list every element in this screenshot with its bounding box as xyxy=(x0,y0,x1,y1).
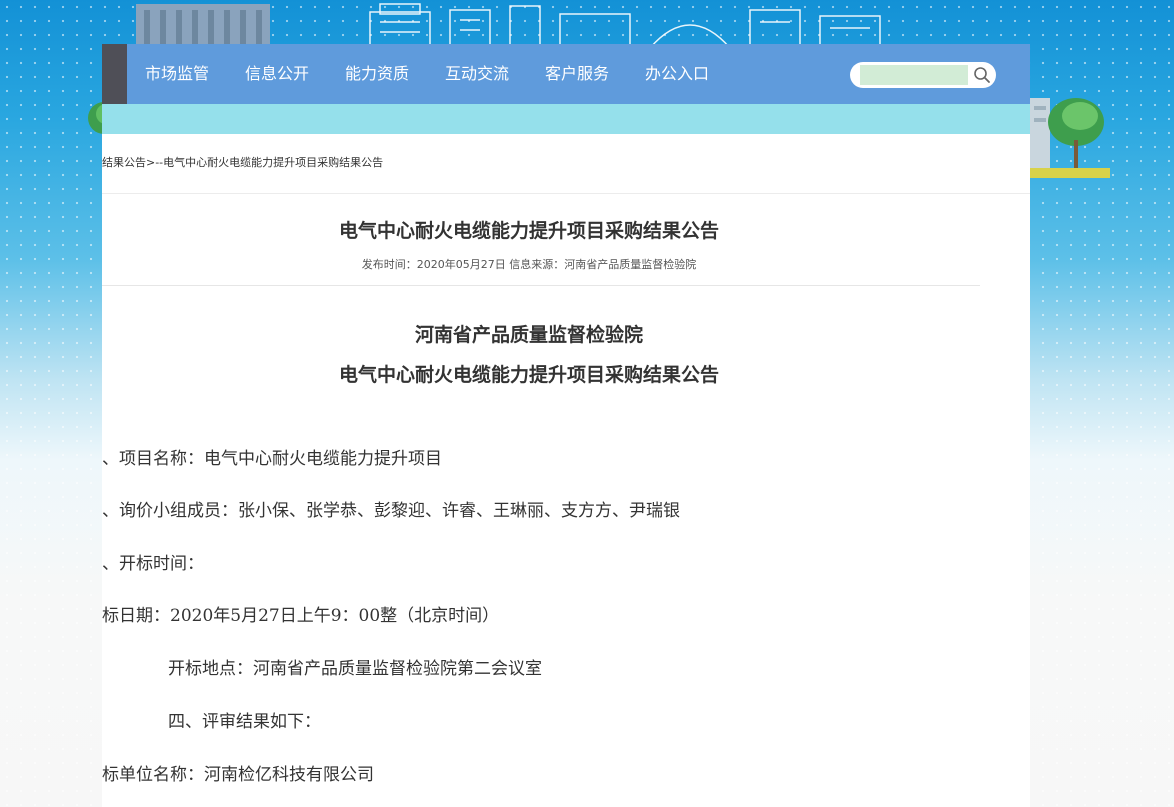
paragraph-review-results: 四、评审结果如下： xyxy=(168,712,321,732)
divider xyxy=(102,285,980,286)
paragraph-winning-unit: 标单位名称：河南检亿科技有限公司 xyxy=(102,765,374,785)
tree-decoration-right xyxy=(1030,98,1110,178)
search-icon[interactable] xyxy=(972,65,992,85)
nav-item-interaction[interactable]: 互动交流 xyxy=(445,44,509,104)
nav-item-customer-service[interactable]: 客户服务 xyxy=(545,44,609,104)
nav-item-info-disclosure[interactable]: 信息公开 xyxy=(245,44,309,104)
paragraph-project-name: 、项目名称：电气中心耐火电缆能力提升项目 xyxy=(102,449,442,469)
content-container: 市场监管 信息公开 能力资质 互动交流 客户服务 办公入口 结果公告>--电气中… xyxy=(102,44,1030,807)
paragraph-opening-date: 标日期：2020年5月27日上午9：00整（北京时间） xyxy=(102,606,500,626)
body-title-line2: 电气中心耐火电缆能力提升项目采购结果公告 xyxy=(338,364,719,386)
nav-item-office-portal[interactable]: 办公入口 xyxy=(645,44,709,104)
nav-left-accent xyxy=(102,44,127,104)
article-meta: 发布时间：2020年05月27日 信息来源：河南省产品质量监督检验院 xyxy=(361,258,697,271)
nav-item-capability-qualification[interactable]: 能力资质 xyxy=(345,44,409,104)
nav-item-market-supervision[interactable]: 市场监管 xyxy=(145,44,209,104)
divider xyxy=(102,193,1030,194)
paragraph-opening-location: 开标地点：河南省产品质量监督检验院第二会议室 xyxy=(168,659,542,679)
breadcrumb[interactable]: 结果公告>--电气中心耐火电缆能力提升项目采购结果公告 xyxy=(102,154,383,170)
search-input[interactable] xyxy=(860,65,968,85)
main-nav: 市场监管 信息公开 能力资质 互动交流 客户服务 办公入口 xyxy=(102,44,1030,104)
body-title-line1: 河南省产品质量监督检验院 xyxy=(414,324,643,346)
city-illustration xyxy=(136,3,881,48)
paragraph-opening-time: 、开标时间： xyxy=(102,554,204,574)
sub-nav-bar xyxy=(102,104,1030,134)
paragraph-panel-members: 、询价小组成员：张小保、张学恭、彭黎迎、许睿、王琳丽、支方方、尹瑞银 xyxy=(102,501,680,521)
page-title: 电气中心耐火电缆能力提升项目采购结果公告 xyxy=(338,220,719,242)
search-box xyxy=(850,62,996,88)
